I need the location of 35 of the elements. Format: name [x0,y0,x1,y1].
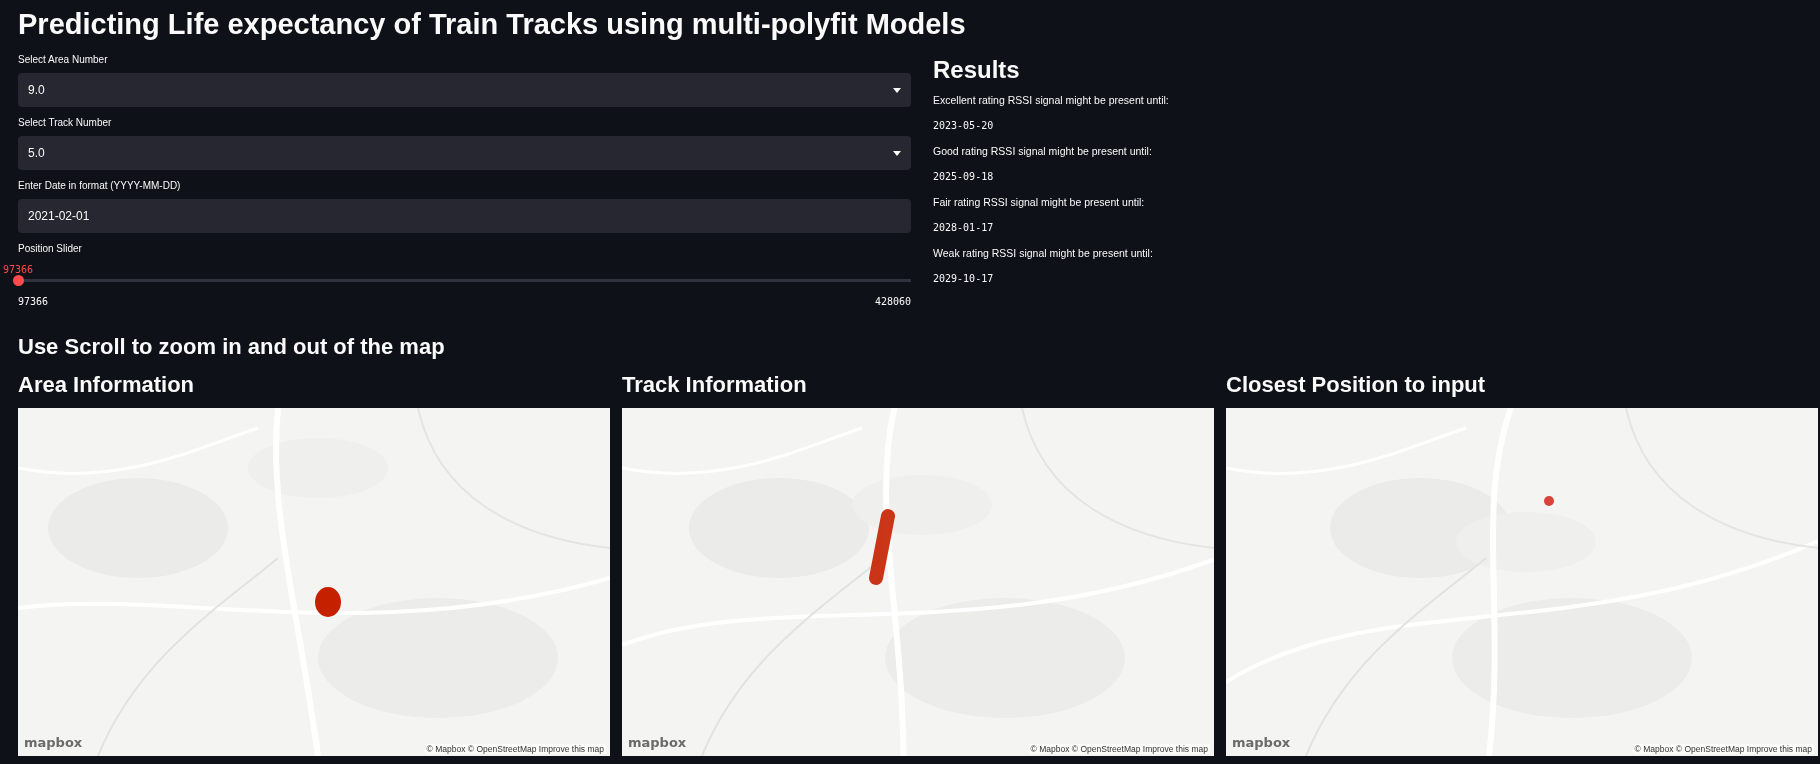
map-attribution[interactable]: © Mapbox © OpenStreetMap Improve this map [1028,744,1210,754]
date-input-field[interactable]: 2021-02-01 [18,199,911,233]
result-date: 2028-01-17 [933,222,995,233]
result-date: 2025-09-18 [933,171,995,182]
caret-icon [893,87,901,93]
result-date: 2029-10-17 [933,273,995,284]
map-logo: mapbox [24,735,83,750]
slider-max: 428060 [874,296,911,307]
result-text: Excellent rating RSSI signal might be present until: [933,94,1169,106]
field-label: Select Area Number [18,54,109,65]
page-title: Predicting Life expectancy of Train Tracks using multi-polyfit Models [18,7,967,42]
slider-min: 97366 [18,296,49,307]
field-label: Select Track Number [18,117,113,128]
caret-icon [893,150,901,156]
result-text: Good rating RSSI signal might be present until: [933,145,1153,157]
map-heading: Track Information [622,372,808,398]
map-attribution[interactable]: © Mapbox © OpenStreetMap Improve this map [424,744,606,754]
result-text: Weak rating RSSI signal might be present until: [933,247,1154,259]
slider-thumb[interactable] [13,275,24,286]
map-heading: Closest Position to input [1226,372,1487,398]
map-hint: Use Scroll to zoom in and out of the map [18,334,446,360]
select-field[interactable]: 9.0 [18,73,911,107]
area-marker [314,586,342,618]
position-marker [1544,496,1554,506]
field-label: Enter Date in format (YYYY-MM-DD) [18,180,182,191]
result-date: 2023-05-20 [933,120,995,131]
results-heading: Results [933,56,1021,84]
map-logo: mapbox [1232,735,1291,750]
map-logo: mapbox [628,735,687,750]
result-text: Fair rating RSSI signal might be present until: [933,196,1146,208]
map-attribution[interactable]: © Mapbox © OpenStreetMap Improve this map [1632,744,1814,754]
map-heading: Area Information [18,372,196,398]
slider-value: 97366 [2,264,34,275]
slider-label: Position Slider [18,243,83,254]
select-field[interactable]: 5.0 [18,136,911,170]
